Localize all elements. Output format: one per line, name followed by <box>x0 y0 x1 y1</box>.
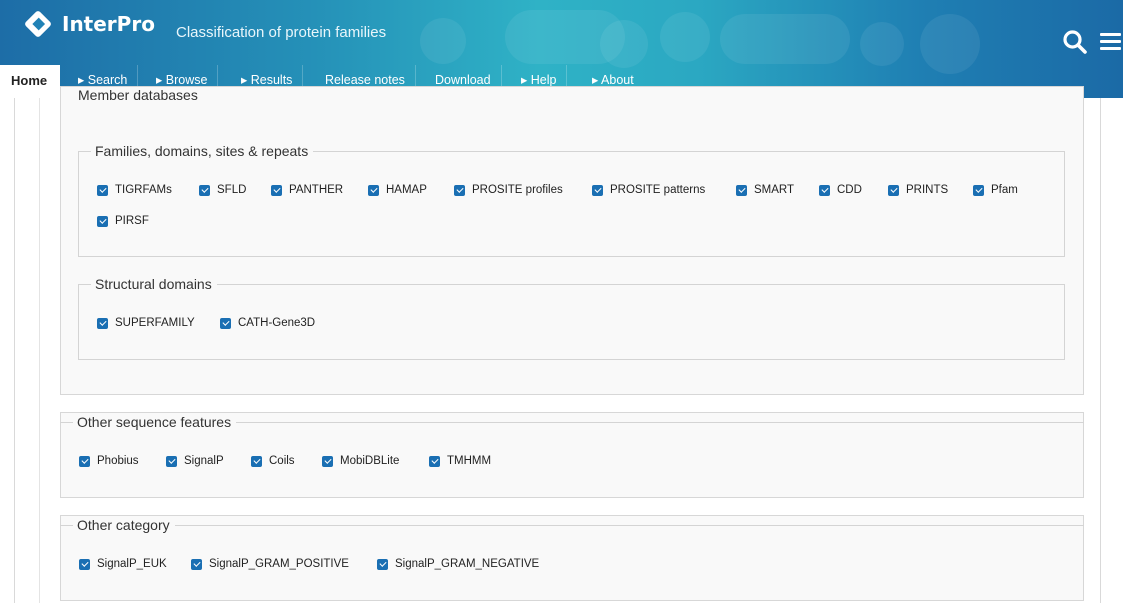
checkbox-smart[interactable]: SMART <box>736 184 794 196</box>
checkbox-pfam[interactable]: Pfam <box>973 184 1018 196</box>
checkbox-checked-icon[interactable] <box>97 215 108 227</box>
page-border-left <box>14 98 15 603</box>
checkbox-checked-icon[interactable] <box>220 317 231 329</box>
checkbox-prosite-profiles[interactable]: PROSITE profiles <box>454 184 563 196</box>
checkbox-pirsf[interactable]: PIRSF <box>97 215 149 227</box>
page-border-right <box>1100 98 1101 603</box>
checkbox-checked-icon[interactable] <box>97 184 108 196</box>
nav-home-tab[interactable]: Home <box>0 65 60 98</box>
checkbox-checked-icon[interactable] <box>199 184 210 196</box>
checkbox-hamap[interactable]: HAMAP <box>368 184 427 196</box>
other-sequence-features-legend: Other sequence features <box>73 413 237 431</box>
checkbox-checked-icon[interactable] <box>97 317 108 329</box>
logo-icon[interactable] <box>23 9 53 39</box>
checkbox-signalp-gram-positive[interactable]: SignalP_GRAM_POSITIVE <box>191 558 349 570</box>
checkbox-checked-icon[interactable] <box>377 558 388 570</box>
checkbox-checked-icon[interactable] <box>368 184 379 196</box>
checkbox-signalp[interactable]: SignalP <box>166 455 224 467</box>
checkbox-checked-icon[interactable] <box>819 184 830 196</box>
checkbox-checked-icon[interactable] <box>736 184 747 196</box>
checkbox-checked-icon[interactable] <box>191 558 202 570</box>
checkbox-prints[interactable]: PRINTS <box>888 184 948 196</box>
families-legend: Families, domains, sites & repeats <box>91 142 314 160</box>
checkbox-tmhmm[interactable]: TMHMM <box>429 455 491 467</box>
checkbox-signalp-gram-negative[interactable]: SignalP_GRAM_NEGATIVE <box>377 558 539 570</box>
brand-title[interactable]: InterPro <box>62 12 155 36</box>
checkbox-coils[interactable]: Coils <box>251 455 295 467</box>
checkbox-prosite-patterns[interactable]: PROSITE patterns <box>592 184 705 196</box>
checkbox-checked-icon[interactable] <box>166 455 177 467</box>
checkbox-checked-icon[interactable] <box>592 184 603 196</box>
checkbox-cath-gene3d[interactable]: CATH-Gene3D <box>220 317 315 329</box>
checkbox-checked-icon[interactable] <box>429 455 440 467</box>
checkbox-panther[interactable]: PANTHER <box>271 184 343 196</box>
page-border-inner <box>39 98 40 603</box>
other-category-legend: Other category <box>73 516 175 534</box>
checkbox-checked-icon[interactable] <box>454 184 465 196</box>
search-icon[interactable] <box>1062 29 1088 55</box>
checkbox-superfamily[interactable]: SUPERFAMILY <box>97 317 195 329</box>
families-fieldset: Families, domains, sites & repeats <box>78 142 1065 257</box>
checkbox-checked-icon[interactable] <box>79 455 90 467</box>
checkbox-sfld[interactable]: SFLD <box>199 184 246 196</box>
checkbox-phobius[interactable]: Phobius <box>79 455 139 467</box>
checkbox-cdd[interactable]: CDD <box>819 184 862 196</box>
checkbox-tigrfams[interactable]: TIGRFAMs <box>97 184 172 196</box>
checkbox-checked-icon[interactable] <box>322 455 333 467</box>
checkbox-checked-icon[interactable] <box>973 184 984 196</box>
checkbox-signalp-euk[interactable]: SignalP_EUK <box>79 558 167 570</box>
menu-icon[interactable] <box>1098 31 1123 53</box>
checkbox-checked-icon[interactable] <box>251 455 262 467</box>
checkbox-checked-icon[interactable] <box>888 184 899 196</box>
brand-tagline: Classification of protein families <box>176 24 387 41</box>
site-header: InterPro Classification of protein famil… <box>0 0 1123 98</box>
checkbox-mobidblite[interactable]: MobiDBLite <box>322 455 399 467</box>
checkbox-checked-icon[interactable] <box>271 184 282 196</box>
checkbox-checked-icon[interactable] <box>79 558 90 570</box>
structural-legend: Structural domains <box>91 275 217 293</box>
